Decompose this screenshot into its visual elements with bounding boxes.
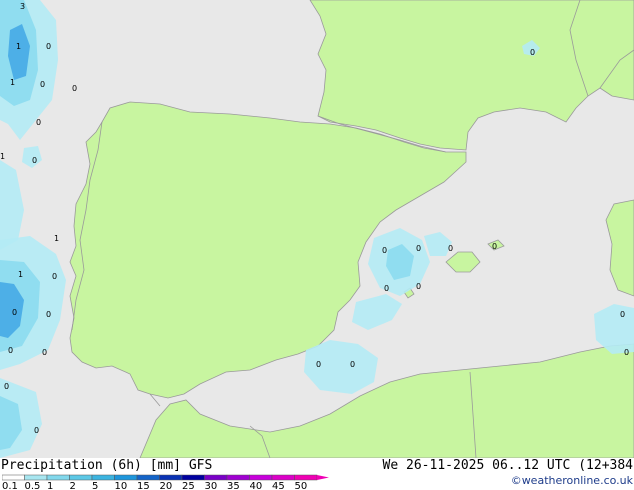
station-value-label: 0 bbox=[72, 84, 77, 93]
color-scale-label: 50 bbox=[295, 481, 308, 490]
station-value-label: 1 bbox=[54, 234, 59, 243]
station-value-label: 0 bbox=[416, 282, 421, 291]
station-value-label: 0 bbox=[46, 42, 51, 51]
map-canvas: 3 0 1 1 0 0 0 0 1 1 0 1 0 0 0 0 0 0 0 0 0 0 0 0 0 0 0 0 0 bbox=[0, 0, 634, 458]
color-scale: 0.1 0.5 1 2 5 10 15 20 25 30 35 40 45 50 bbox=[2, 474, 329, 490]
station-value-label: 0 bbox=[382, 246, 387, 255]
color-scale-arrow bbox=[317, 475, 329, 480]
color-scale-label: 30 bbox=[205, 481, 218, 490]
color-scale-box bbox=[24, 474, 48, 481]
station-value-label: 0 bbox=[12, 308, 17, 317]
station-value-label: 3 bbox=[20, 2, 25, 11]
color-scale-box bbox=[46, 474, 70, 481]
color-scale-label: 10 bbox=[115, 481, 128, 490]
station-value-label: 0 bbox=[316, 360, 321, 369]
color-scale-label: 1 bbox=[47, 481, 53, 490]
color-scale-boxes bbox=[2, 474, 329, 481]
color-scale-box bbox=[136, 474, 160, 481]
color-scale-box bbox=[204, 474, 228, 481]
color-scale-label: 0.1 bbox=[2, 481, 18, 490]
station-value-label: 0 bbox=[42, 348, 47, 357]
station-value-label: 0 bbox=[492, 242, 497, 251]
station-value-label: 0 bbox=[350, 360, 355, 369]
station-value-label: 1 bbox=[18, 270, 23, 279]
color-scale-box bbox=[271, 474, 295, 481]
color-scale-box bbox=[2, 474, 25, 481]
color-scale-box bbox=[181, 474, 205, 481]
valid-time: We 26-11-2025 06..12 UTC (12+384 bbox=[382, 458, 633, 473]
station-value-label: 0 bbox=[620, 310, 625, 319]
color-scale-label: 15 bbox=[137, 481, 150, 490]
color-scale-label: 40 bbox=[250, 481, 263, 490]
station-value-label: 0 bbox=[624, 348, 629, 357]
color-scale-box bbox=[69, 474, 93, 481]
station-value-label: 0 bbox=[416, 244, 421, 253]
color-scale-label: 2 bbox=[70, 481, 76, 490]
station-value-label: 1 bbox=[16, 42, 21, 51]
color-scale-box bbox=[91, 474, 115, 481]
map-footer: Precipitation (6h) [mm] GFS We 26-11-202… bbox=[0, 458, 634, 490]
station-value-label: 0 bbox=[34, 426, 39, 435]
credit-link[interactable]: ©weatheronline.co.uk bbox=[511, 474, 633, 487]
color-scale-box bbox=[226, 474, 250, 481]
station-value-label: 0 bbox=[32, 156, 37, 165]
precipitation-map: 3 0 1 1 0 0 0 0 1 1 0 1 0 0 0 0 0 0 0 0 0 0 0 0 0 0 0 0 0 bbox=[0, 0, 634, 458]
color-scale-labels: 0.1 0.5 1 2 5 10 15 20 25 30 35 40 45 50 bbox=[2, 481, 307, 490]
station-value-label: 0 bbox=[36, 118, 41, 127]
color-scale-label: 5 bbox=[92, 481, 98, 490]
station-value-label: 0 bbox=[448, 244, 453, 253]
station-value-label: 0 bbox=[46, 310, 51, 319]
color-scale-label: 25 bbox=[182, 481, 195, 490]
map-title: Precipitation (6h) [mm] GFS bbox=[1, 458, 213, 473]
color-scale-label: 45 bbox=[272, 481, 285, 490]
station-value-label: 0 bbox=[530, 48, 535, 57]
color-scale-box bbox=[249, 474, 273, 481]
station-value-label: 0 bbox=[52, 272, 57, 281]
color-scale-box bbox=[114, 474, 138, 481]
station-value-label: 0 bbox=[384, 284, 389, 293]
station-value-label: 0 bbox=[40, 80, 45, 89]
station-value-label: 1 bbox=[0, 152, 5, 161]
color-scale-label: 0.5 bbox=[25, 481, 41, 490]
color-scale-label: 35 bbox=[227, 481, 240, 490]
station-value-label: 1 bbox=[10, 78, 15, 87]
station-value-label: 0 bbox=[4, 382, 9, 391]
color-scale-label: 20 bbox=[160, 481, 173, 490]
color-scale-box bbox=[159, 474, 183, 481]
station-value-label: 0 bbox=[8, 346, 13, 355]
color-scale-box bbox=[294, 474, 318, 481]
